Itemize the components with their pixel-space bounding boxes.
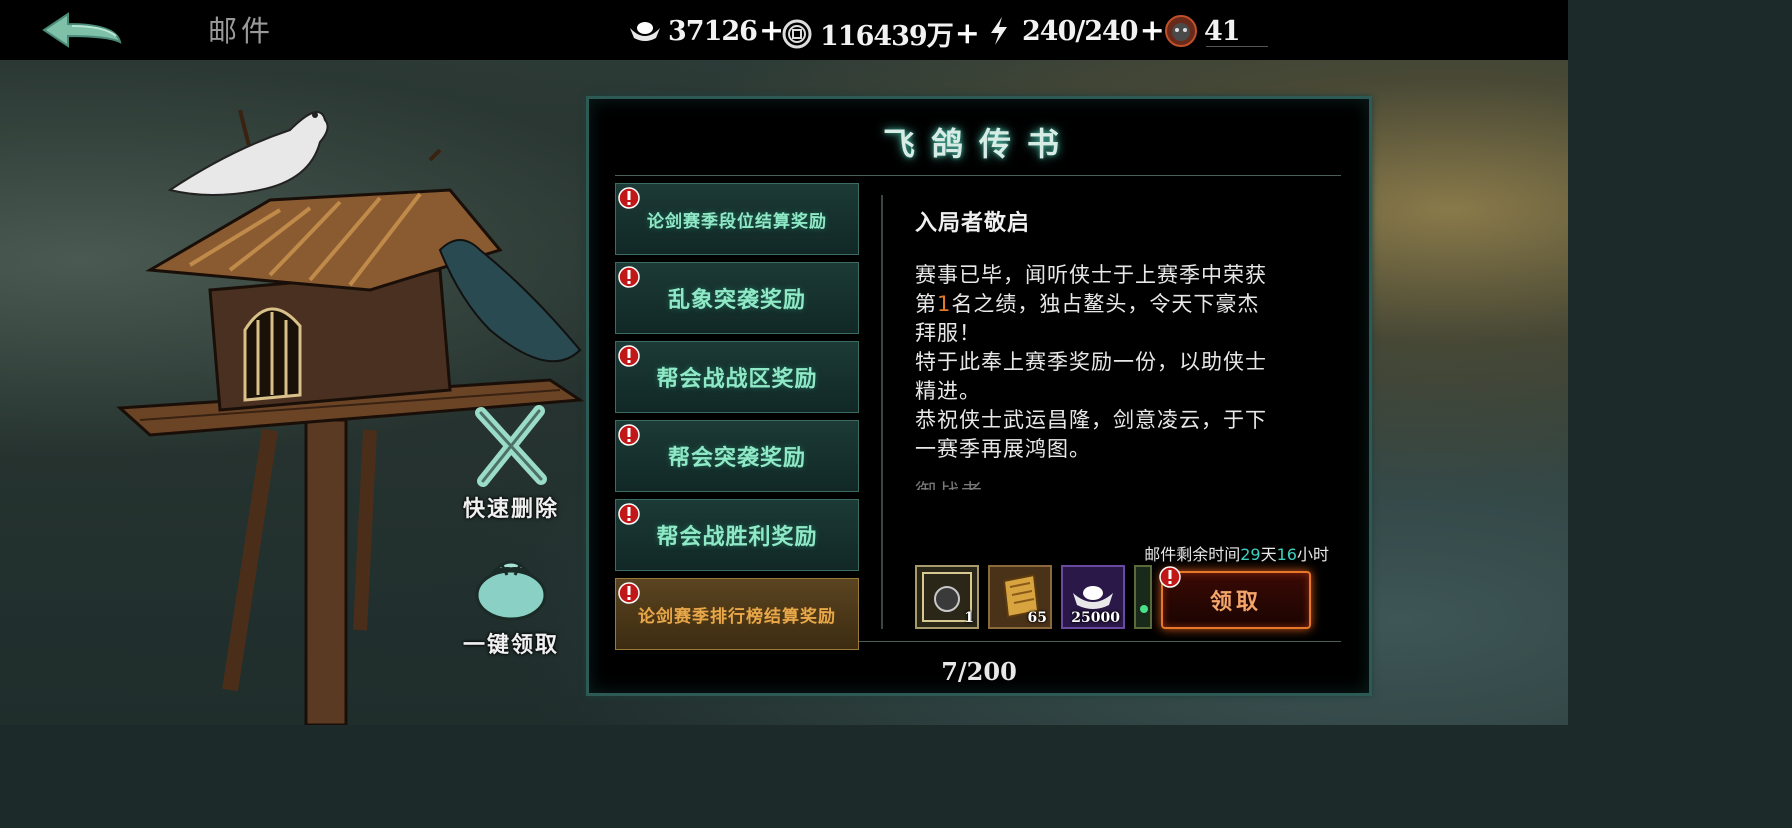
mail-line: 恭祝侠士武运昌隆，剑意凌云，于下 (915, 408, 1267, 432)
mail-line-part: 名之绩，独占鳌头，令天下豪杰 (951, 292, 1260, 316)
copper-value: 116439万 (820, 21, 954, 52)
silver-ingot-icon (628, 14, 662, 48)
mail-item[interactable]: 帮会突袭奖励 (615, 420, 859, 492)
mail-list: 论剑赛季段位结算奖励 乱象突袭奖励 帮会战战区奖励 帮会突袭奖励 帮会战胜利奖励… (615, 183, 859, 657)
copper-coin-icon (780, 17, 814, 51)
panel-top-divider (615, 175, 1341, 176)
rank-number: 1 (937, 292, 952, 316)
mail-item[interactable]: 帮会战胜利奖励 (615, 499, 859, 571)
mask-value: 41 (1204, 15, 1241, 47)
claim-label: 领取 (1209, 589, 1262, 615)
mail-body: 赛事已毕，闻听侠士于上赛季中荣获 第1名之绩，独占鳌头，令天下豪杰 拜服！ 特于… (915, 261, 1315, 464)
mail-line-part: 第 (915, 292, 937, 316)
mail-page-count: 7/200 (941, 657, 1017, 686)
add-copper-button[interactable]: + (955, 18, 980, 48)
mail-line: 特于此奉上赛季奖励一份，以助侠士 (915, 350, 1267, 374)
expire-hours: 16 (1276, 545, 1297, 564)
reward-item[interactable] (1134, 565, 1152, 629)
claim-button[interactable]: 领取 (1159, 566, 1311, 629)
alert-icon (618, 187, 640, 209)
reward-count: 1 (964, 610, 974, 626)
reward-count: 65 (1027, 610, 1047, 626)
close-x-icon (475, 405, 547, 487)
quick-delete-label: 快速删除 (462, 496, 559, 522)
alert-icon (618, 266, 640, 288)
resource-mask: 41 (1164, 14, 1241, 48)
reward-list: 1 65 25000 (915, 565, 1161, 629)
resource-silver: 37126 + (628, 14, 784, 48)
claim-all-button[interactable]: 一键领取 (458, 545, 564, 659)
expire-timer: 邮件剩余时间29天16小时 (1144, 541, 1329, 565)
top-bar: 邮件 37126 + 116439万 + 240/240 + 41 (0, 0, 1568, 60)
mail-signature: 御战者 (915, 476, 1315, 490)
panel-title: 飞鸽传书 (882, 125, 1075, 163)
resource-stamina: 240/240 + (982, 14, 1165, 48)
silver-value: 37126 (668, 15, 758, 47)
alert-icon (618, 582, 640, 604)
resource-copper: 116439万 + (780, 14, 980, 53)
expire-hour-unit: 小时 (1296, 545, 1329, 564)
stamina-value: 240/240 (1022, 15, 1139, 47)
mail-item-label: 帮会战胜利奖励 (656, 524, 818, 550)
mail-line: 一赛季再展鸿图。 (915, 437, 1091, 461)
add-stamina-button[interactable]: + (1140, 16, 1165, 46)
mail-panel: 飞鸽传书 论剑赛季段位结算奖励 乱象突袭奖励 帮会战战区奖励 帮会突袭奖励 帮会… (586, 96, 1372, 696)
quick-delete-button[interactable]: 快速删除 (458, 405, 564, 523)
alert-icon (1159, 566, 1181, 588)
mail-line: 第1名之绩，独占鳌头，令天下豪杰 (915, 290, 1315, 319)
expire-days: 29 (1240, 545, 1261, 564)
mail-item[interactable]: 帮会战战区奖励 (615, 341, 859, 413)
lightning-icon (982, 14, 1016, 48)
mask-underline (1206, 46, 1268, 47)
mail-item[interactable]: 乱象突袭奖励 (615, 262, 859, 334)
reward-item[interactable]: 65 (988, 565, 1052, 629)
back-button[interactable] (38, 8, 128, 52)
mail-line: 拜服！ (915, 321, 981, 345)
mail-item-label: 乱象突袭奖励 (667, 287, 806, 313)
mail-item-label: 帮会战战区奖励 (656, 366, 818, 392)
bundle-bag-icon (475, 560, 547, 621)
reward-item[interactable]: 25000 (1061, 565, 1125, 629)
mail-item[interactable]: 论剑赛季段位结算奖励 (615, 183, 859, 255)
reward-item[interactable]: 1 (915, 565, 979, 629)
alert-icon (618, 424, 640, 446)
page-title: 邮件 (208, 14, 275, 48)
mail-content: 入局者敬启 赛事已毕，闻听侠士于上赛季中荣获 第1名之绩，独占鳌头，令天下豪杰 … (915, 205, 1315, 490)
claim-all-label: 一键领取 (462, 632, 559, 658)
mail-item-selected[interactable]: 论剑赛季排行榜结算奖励 (615, 578, 859, 650)
mail-item-label: 帮会突袭奖励 (667, 445, 806, 471)
alert-icon (618, 503, 640, 525)
alert-icon (618, 345, 640, 367)
expire-prefix: 邮件剩余时间 (1144, 545, 1241, 564)
list-divider (881, 195, 883, 629)
mail-item-label: 论剑赛季排行榜结算奖励 (638, 606, 836, 627)
back-arrow-icon (42, 12, 122, 48)
reward-count: 25000 (1071, 610, 1120, 626)
jade-item-icon (1140, 605, 1148, 613)
mail-item-label: 论剑赛季段位结算奖励 (647, 211, 827, 232)
mail-line: 赛事已毕，闻听侠士于上赛季中荣获 (915, 263, 1267, 287)
expire-day-unit: 天 (1260, 545, 1277, 564)
demon-mask-icon (1164, 14, 1198, 48)
mail-line: 精进。 (915, 379, 981, 403)
mail-salutation: 入局者敬启 (915, 211, 1031, 236)
